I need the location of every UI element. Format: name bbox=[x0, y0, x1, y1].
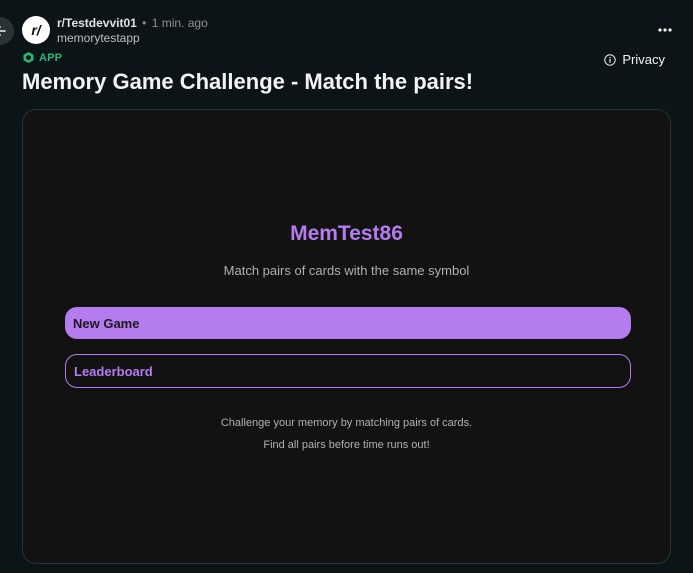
game-subtitle: Match pairs of cards with the same symbo… bbox=[223, 263, 470, 278]
info-icon bbox=[604, 53, 617, 66]
app-badge: APP bbox=[22, 51, 62, 64]
post-author[interactable]: memorytestapp bbox=[57, 31, 208, 45]
subreddit-link[interactable]: r/Testdevvit01 bbox=[57, 16, 137, 30]
subreddit-line: r/Testdevvit01 • 1 min. ago bbox=[57, 16, 208, 30]
app-cube-icon bbox=[23, 52, 34, 63]
leaderboard-button[interactable]: Leaderboard bbox=[65, 354, 631, 388]
avatar-text: r/ bbox=[31, 22, 41, 38]
separator-dot: • bbox=[142, 16, 147, 30]
post-time: 1 min. ago bbox=[151, 16, 208, 30]
privacy-button[interactable]: Privacy bbox=[604, 52, 665, 67]
post-page: r/ r/Testdevvit01 • 1 min. ago memorytes… bbox=[0, 0, 693, 573]
new-game-button[interactable]: New Game bbox=[65, 307, 631, 339]
more-options-button[interactable] bbox=[657, 22, 673, 38]
leaderboard-label: Leaderboard bbox=[74, 363, 153, 379]
app-frame: MemTest86 Match pairs of cards with the … bbox=[22, 109, 671, 564]
more-horizontal-icon bbox=[658, 28, 672, 32]
back-button[interactable] bbox=[0, 17, 14, 45]
arrow-left-icon bbox=[0, 26, 6, 36]
footer-line-2: Find all pairs before time runs out! bbox=[263, 439, 430, 451]
subreddit-avatar[interactable]: r/ bbox=[22, 16, 50, 44]
post-title: Memory Game Challenge - Match the pairs! bbox=[22, 69, 474, 94]
game-title: MemTest86 bbox=[290, 222, 403, 245]
app-badge-label: APP bbox=[39, 51, 63, 64]
privacy-label: Privacy bbox=[622, 52, 665, 67]
new-game-label: New Game bbox=[73, 315, 140, 331]
post-header: r/Testdevvit01 • 1 min. ago memorytestap… bbox=[57, 16, 208, 45]
footer-line-1: Challenge your memory by matching pairs … bbox=[220, 417, 473, 429]
